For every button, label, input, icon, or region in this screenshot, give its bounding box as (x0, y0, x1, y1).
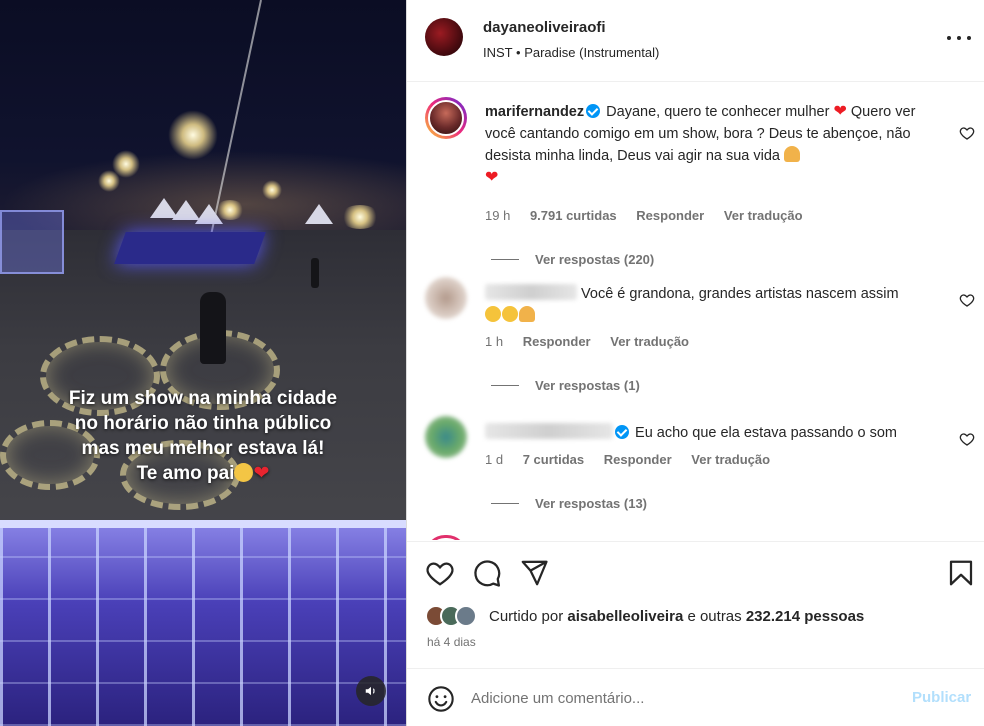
comment-meta: 19 h 9.791 curtidas Responder Ver traduç… (485, 208, 819, 223)
more-options-icon[interactable] (947, 28, 971, 48)
audio-toggle-button[interactable] (356, 676, 386, 706)
clapping-hands-emoji (485, 306, 501, 322)
liked-suffix: e outras (687, 608, 742, 625)
replies-divider (491, 503, 519, 504)
liked-user-link[interactable]: aisabelleoliveira (567, 608, 683, 625)
praying-hands-emoji (784, 146, 801, 162)
emoji-picker-icon[interactable] (427, 685, 455, 713)
stage-platform (114, 232, 266, 264)
praying-hands-emoji (519, 306, 535, 322)
reply-button[interactable]: Responder (523, 334, 591, 349)
heart-icon[interactable] (425, 558, 455, 588)
audio-title-link[interactable]: Paradise (Instrumental) (524, 45, 659, 60)
author-avatar[interactable] (425, 18, 463, 56)
caption-line: mas meu melhor estava lá! (81, 438, 325, 459)
view-replies-button[interactable]: Ver respostas (13) (491, 496, 647, 511)
share-icon[interactable] (519, 558, 549, 588)
replies-divider (491, 385, 519, 386)
red-heart-emoji: ❤ (833, 103, 847, 120)
separator-dot: • (516, 45, 521, 60)
comment-avatar[interactable] (425, 277, 467, 319)
comment-composer: Publicar (407, 668, 984, 726)
comments-list: marifernandez Dayane, quero te conhecer … (407, 83, 984, 540)
translate-button[interactable]: Ver tradução (691, 452, 770, 467)
replies-divider (491, 259, 519, 260)
comment-text-part: Você é grandona, grandes artistas nascem… (581, 286, 899, 302)
reply-button[interactable]: Responder (604, 452, 672, 467)
next-comment-avatar-peek (425, 535, 467, 540)
person-figure (200, 292, 226, 364)
view-replies-label: Ver respostas (220) (535, 252, 655, 267)
comment-username-blurred[interactable] (485, 423, 613, 439)
red-heart-emoji: ❤ (253, 463, 270, 484)
stage-light (168, 110, 218, 160)
stage-light (340, 205, 380, 229)
liked-unit: pessoas (804, 608, 865, 625)
red-heart-emoji: ❤ (485, 169, 499, 186)
clapping-hands-emoji (502, 306, 518, 322)
publish-button[interactable]: Publicar (912, 689, 971, 706)
translate-button[interactable]: Ver tradução (610, 334, 689, 349)
comment-text: marifernandez Dayane, quero te conhecer … (485, 101, 945, 189)
comment-likes-count[interactable]: 7 curtidas (523, 452, 584, 467)
post-header: dayaneoliveiraofi INST • Paradise (Instr… (407, 0, 984, 82)
comment-text-part: Eu acho que ela estava passando o som (635, 425, 898, 441)
liked-prefix: Curtido por (489, 608, 564, 625)
tent (305, 204, 333, 224)
verified-badge-icon (615, 425, 629, 439)
account-label: INST (483, 45, 513, 60)
like-heart-icon[interactable] (959, 431, 975, 447)
pleading-face-emoji (234, 463, 254, 482)
like-heart-icon[interactable] (959, 292, 975, 308)
liked-by-text: Curtido por aisabelleoliveira e outras 2… (489, 608, 864, 625)
like-heart-icon[interactable] (959, 125, 975, 141)
view-replies-button[interactable]: Ver respostas (1) (491, 378, 640, 393)
comment-username-blurred[interactable] (485, 284, 577, 300)
person-figure (311, 258, 319, 288)
caption-line: no horário não tinha público (74, 413, 332, 434)
liked-count: 232.214 (745, 608, 801, 625)
comment-text: Você é grandona, grandes artistas nascem… (485, 283, 945, 327)
metal-fence (0, 520, 406, 726)
comment-text-part: Quero (850, 104, 892, 120)
post-date[interactable]: há 4 dias (427, 635, 476, 649)
comment-username[interactable]: marifernandez (485, 104, 584, 120)
comment-text: Eu acho que ela estava passando o som (485, 422, 945, 444)
stage-light (262, 180, 282, 200)
comment-time: 1 d (485, 452, 504, 467)
bookmark-icon[interactable] (946, 558, 976, 588)
comment-meta: 1 d 7 curtidas Responder Ver tradução (485, 452, 786, 467)
verified-badge-icon (586, 104, 601, 118)
speaker-icon (365, 686, 375, 696)
caption-line: Fiz um show na minha cidade (68, 388, 338, 409)
stage-structure (0, 210, 64, 274)
comment-text-part: Dayane, quero te conhecer mulher (606, 104, 830, 120)
comment-time: 1 h (485, 334, 504, 349)
tent (195, 204, 223, 224)
post-subline: INST • Paradise (Instrumental) (483, 45, 659, 60)
video-caption: Fiz um show na minha cidade no horário n… (28, 386, 378, 486)
view-replies-label: Ver respostas (1) (535, 378, 640, 393)
comment-meta: 1 h Responder Ver tradução (485, 334, 705, 349)
fence-rail (0, 520, 406, 528)
comment-likes-count[interactable]: 9.791 curtidas (530, 208, 617, 223)
stage-light (98, 170, 120, 192)
post-panel: dayaneoliveiraofi INST • Paradise (Instr… (406, 0, 984, 726)
comment-time: 19 h (485, 208, 511, 223)
comment-avatar[interactable] (425, 416, 467, 458)
translate-button[interactable]: Ver tradução (724, 208, 803, 223)
view-replies-button[interactable]: Ver respostas (220) (491, 252, 654, 267)
caption-line: Te amo pai (136, 463, 235, 484)
post-actions: Curtido por aisabelleoliveira e outras 2… (407, 541, 984, 661)
post-video[interactable]: Fiz um show na minha cidade no horário n… (0, 0, 406, 726)
view-replies-label: Ver respostas (13) (535, 496, 648, 511)
comment-avatar[interactable] (425, 97, 467, 139)
comment-icon[interactable] (472, 558, 502, 588)
comment-input[interactable] (471, 683, 891, 713)
liked-count-link[interactable]: 232.214 pessoas (746, 608, 864, 625)
reply-button[interactable]: Responder (636, 208, 704, 223)
author-username[interactable]: dayaneoliveiraofi (483, 19, 606, 36)
liker-avatar[interactable] (455, 605, 477, 627)
